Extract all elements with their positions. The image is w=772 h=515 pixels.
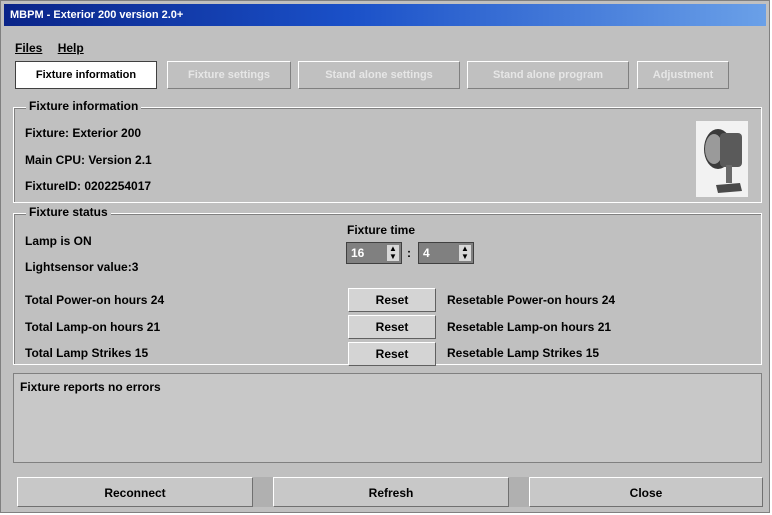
- menu-files[interactable]: Files: [15, 41, 42, 55]
- title-bar: MBPM - Exterior 200 version 2.0+: [4, 4, 766, 26]
- fixture-status-title: Fixture status: [26, 205, 111, 219]
- hours-spinner-arrows-icon[interactable]: ▲ ▼: [386, 244, 400, 262]
- main-cpu-version: Main CPU: Version 2.1: [25, 153, 152, 167]
- minutes-spinner-arrows-icon[interactable]: ▲ ▼: [458, 244, 472, 262]
- fixture-time-label: Fixture time: [347, 223, 416, 237]
- lamp-status: Lamp is ON: [25, 234, 92, 248]
- error-report-box: Fixture reports no errors: [13, 373, 762, 463]
- hours-spinner[interactable]: 16 ▲ ▼: [346, 242, 402, 264]
- button-separator: [509, 477, 529, 507]
- resetable-power-on-hours: Resetable Power-on hours 24: [447, 293, 616, 307]
- tab-adjustment[interactable]: Adjustment: [637, 61, 729, 89]
- reset-strikes-button[interactable]: Reset: [348, 342, 436, 366]
- menu-help[interactable]: Help: [58, 41, 84, 55]
- total-lamp-strikes: Total Lamp Strikes 15: [25, 346, 149, 360]
- reset-lamp-button[interactable]: Reset: [348, 315, 436, 339]
- fixture-image: [696, 121, 748, 197]
- error-report-text: Fixture reports no errors: [20, 380, 161, 394]
- total-lamp-on-hours: Total Lamp-on hours 21: [25, 320, 161, 334]
- resetable-lamp-strikes: Resetable Lamp Strikes 15: [447, 346, 600, 360]
- lightsensor-value: Lightsensor value:3: [25, 260, 139, 274]
- window-title: MBPM - Exterior 200 version 2.0+: [10, 9, 184, 21]
- hours-value: 16: [351, 246, 365, 260]
- refresh-button[interactable]: Refresh: [273, 477, 509, 507]
- menu-bar: Files Help: [15, 41, 96, 57]
- reset-power-button[interactable]: Reset: [348, 288, 436, 312]
- total-power-on-hours: Total Power-on hours 24: [25, 293, 165, 307]
- resetable-lamp-on-hours: Resetable Lamp-on hours 21: [447, 320, 612, 334]
- close-button[interactable]: Close: [529, 477, 763, 507]
- fixture-information-title: Fixture information: [26, 99, 142, 113]
- tab-stand-alone-program[interactable]: Stand alone program: [467, 61, 629, 89]
- minutes-spinner[interactable]: 4 ▲ ▼: [418, 242, 474, 264]
- fixture-name: Fixture: Exterior 200: [25, 126, 142, 140]
- reconnect-button[interactable]: Reconnect: [17, 477, 253, 507]
- button-separator: [253, 477, 273, 507]
- fixture-id: FixtureID: 0202254017: [25, 179, 152, 193]
- tab-stand-alone-settings[interactable]: Stand alone settings: [298, 61, 460, 89]
- time-separator: :: [407, 246, 411, 260]
- tab-fixture-information[interactable]: Fixture information: [15, 61, 157, 89]
- minutes-value: 4: [423, 246, 430, 260]
- app-window: MBPM - Exterior 200 version 2.0+ Files H…: [0, 0, 770, 513]
- tab-fixture-settings[interactable]: Fixture settings: [167, 61, 291, 89]
